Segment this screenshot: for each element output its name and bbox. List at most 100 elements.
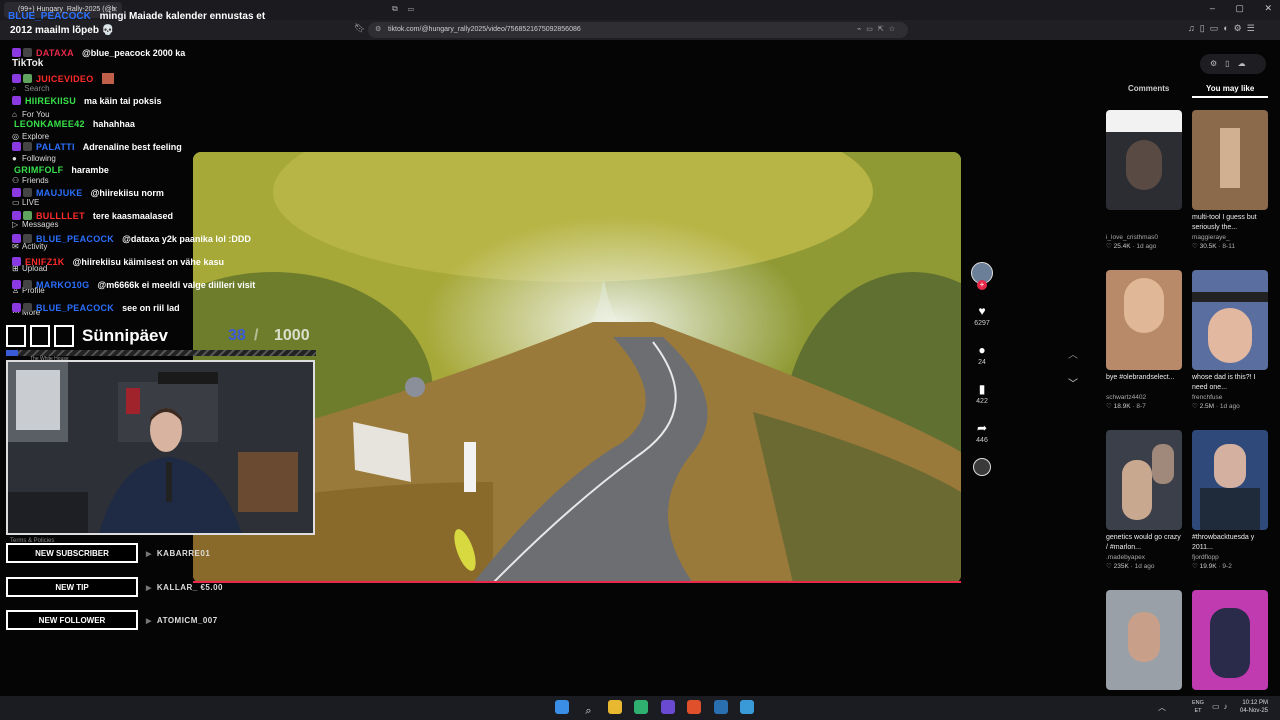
triangle-right-icon: ▶	[146, 618, 152, 625]
video-card[interactable]: whose dad is this?! I need one... french…	[1192, 270, 1268, 410]
tab-comments[interactable]: Comments	[1128, 84, 1169, 93]
lang-line1: ENG	[1192, 700, 1204, 706]
search-icon[interactable]: ⌕	[581, 705, 595, 719]
file-explorer-icon[interactable]	[607, 700, 622, 714]
chat-user: LEONKAMEE42	[14, 119, 85, 129]
share-button[interactable]: ➦ 446	[968, 421, 996, 444]
chat-user: BULLLLET	[36, 211, 85, 221]
video-card[interactable]: genetics would go crazy / #marlon... .ma…	[1106, 430, 1182, 570]
video-card[interactable]: i_love_cristhmas0 ♡ 25.4K · 1d ago	[1106, 110, 1182, 250]
goal-box-icon	[6, 325, 26, 347]
card-likes: 2.5M	[1199, 403, 1215, 410]
twitch-badge-icon	[12, 142, 21, 151]
sub-badge-icon	[23, 74, 32, 83]
video-thumbnail	[1192, 110, 1268, 210]
twitch-badge-icon	[12, 234, 21, 243]
chat-message: GRIMFOLF harambe	[12, 165, 109, 179]
start-icon[interactable]	[555, 700, 569, 714]
alert-new-follower: NEW FOLLOWER	[6, 610, 138, 630]
language-indicator[interactable]: ENG ET	[1192, 699, 1204, 715]
comment-button[interactable]: ● 24	[968, 343, 996, 366]
chevron-up-icon[interactable]: ︿	[1068, 346, 1078, 361]
site-info-icon[interactable]: ⚙	[375, 25, 381, 33]
chevron-down-icon[interactable]: ﹀	[1068, 375, 1078, 390]
card-date: 9-2	[1222, 563, 1232, 570]
video-card[interactable]: multi-tool I guess but seriously the... …	[1192, 110, 1268, 250]
maximize-icon[interactable]: ▢	[1235, 3, 1244, 13]
alert-tip-name: ▶ KALLAR_ €5.00	[146, 583, 223, 592]
address-bar-icons: ⌁▭⇱☆	[857, 26, 900, 33]
video-card[interactable]	[1106, 590, 1182, 690]
screen: (99+) Hungary_Rally-2025 (@h ✕ ⧉ ▭ – ▢ ✕…	[0, 0, 1280, 720]
video-thumbnail	[1106, 430, 1182, 530]
chat-message: BULLLLET tere kaasmaalased	[12, 211, 173, 225]
windows-taskbar: ⌕ ︿ ENG ET ▭♪ 10:12 PM 04-Nov-25	[0, 696, 1280, 720]
app-icon[interactable]	[740, 700, 755, 714]
extension-icons[interactable]: ♫▯▭◐⚙☰	[1188, 23, 1260, 34]
chat-text: ma käin tai poksis	[84, 96, 162, 106]
clock-time: 10:12 PM	[1242, 700, 1269, 706]
like-button[interactable]: ♥ 6297	[968, 304, 996, 327]
video-card[interactable]: #throwbacktuesda y 2011... fjordflopp ♡ …	[1192, 430, 1268, 570]
card-title: multi-tool I guess but seriously the...	[1192, 214, 1257, 231]
video-thumbnail	[1106, 270, 1182, 370]
sub-badge-icon	[23, 211, 32, 220]
video-nav: ︿ ﹀	[1068, 346, 1078, 390]
webcam-feed	[6, 360, 315, 535]
follow-plus-icon[interactable]: +	[977, 280, 987, 290]
bookmark-icon[interactable]: 🔖︎	[354, 23, 365, 34]
spotify-icon[interactable]	[634, 700, 649, 714]
video-card[interactable]	[1192, 590, 1268, 690]
chat-message: DATAXA @blue_peacock 2000 ka	[12, 48, 185, 62]
tab-you-may-like[interactable]: You may like	[1206, 84, 1254, 93]
alert-new-tip: NEW TIP	[6, 577, 138, 597]
window-controls: – ▢ ✕	[1192, 3, 1272, 14]
twitch-badge-icon	[12, 48, 21, 57]
twitch-badge-icon	[12, 188, 21, 197]
video-progress-bar[interactable]	[193, 581, 961, 583]
video-card[interactable]: bye #olebrandselect... schwartz4402 ♡ 18…	[1106, 270, 1182, 410]
card-date: 8-7	[1136, 403, 1146, 410]
network-volume-icons[interactable]: ▭♪	[1212, 702, 1232, 711]
streamer-image	[8, 362, 313, 533]
discord-icon[interactable]	[660, 700, 675, 714]
goal-separator: /	[254, 327, 259, 344]
nav-item-explore[interactable]: ◎ Explore	[12, 132, 102, 141]
alert-subscriber-name: ▶ KABARRE01	[146, 549, 210, 558]
minimize-icon[interactable]: –	[1210, 3, 1215, 13]
chat-message: BLUE_PEACOCK @dataxa y2k paanika lol :DDD	[12, 234, 251, 248]
overlay-top-message: BLUE_PEACOCK mingi Maiade kalender ennus…	[8, 11, 265, 22]
card-meta: ♡ 235K · 1d ago	[1106, 563, 1155, 570]
clock[interactable]: 10:12 PM 04-Nov-25	[1240, 699, 1268, 715]
bookmark-count: 422	[976, 398, 988, 405]
chat-user: BLUE_PEACOCK	[36, 234, 115, 244]
twitch-badge-icon	[12, 74, 21, 83]
chat-text: hahahhaa	[92, 119, 135, 129]
creator-avatar[interactable]: +	[968, 262, 996, 290]
bookmark-button[interactable]: ▮ 422	[968, 382, 996, 405]
alert-name-text: KABARRE01	[156, 549, 211, 558]
browser-toolbar: ⚙ tiktok.com/@hungary_rally2025/video/75…	[0, 20, 1280, 40]
close-window-icon[interactable]: ✕	[1264, 3, 1272, 13]
brave-browser-icon[interactable]	[687, 700, 702, 714]
system-tray[interactable]: ︿	[1158, 702, 1172, 713]
chat-text: @blue_peacock 2000 ka	[81, 48, 186, 58]
goal-box-icon	[54, 325, 74, 347]
top-right-tools[interactable]: ⚙▯☁	[1200, 54, 1266, 74]
card-date: 1d ago	[1136, 243, 1157, 250]
chat-user: PALATTI	[36, 142, 75, 152]
address-bar[interactable]: ⚙ tiktok.com/@hungary_rally2025/video/75…	[368, 22, 908, 38]
steam-icon[interactable]	[713, 700, 728, 714]
triangle-right-icon: ▶	[146, 585, 152, 592]
chat-text: @m6666k ei meeldi valge diilleri visit	[97, 280, 256, 290]
share-count: 446	[976, 437, 988, 444]
card-likes: 18.9K	[1113, 403, 1131, 410]
url-text: tiktok.com/@hungary_rally2025/video/7568…	[388, 26, 581, 33]
card-author: frenchfuse	[1192, 394, 1223, 401]
card-title: #throwbacktuesda y 2011...	[1192, 534, 1255, 551]
nav-item-for-you[interactable]: ⌂ For You	[12, 110, 102, 119]
twitch-badge-icon	[12, 257, 21, 266]
video-thumbnail	[1106, 590, 1182, 690]
bookmark-icon: ▮	[978, 382, 986, 396]
sound-avatar[interactable]	[968, 458, 996, 476]
